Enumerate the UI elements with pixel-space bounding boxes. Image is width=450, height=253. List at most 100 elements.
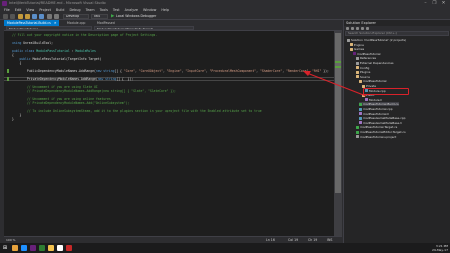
code-line: // To include OnlineSubsystemSteam, add … bbox=[12, 109, 262, 113]
tree-item[interactable]: Plugins bbox=[356, 70, 370, 74]
save-all-icon[interactable] bbox=[39, 14, 44, 19]
taskbar-app-icon[interactable] bbox=[48, 245, 54, 251]
properties-icon[interactable] bbox=[366, 27, 369, 30]
taskbar-app-icon[interactable] bbox=[21, 245, 27, 251]
tree-item[interactable]: Engine bbox=[350, 43, 364, 47]
window-controls: – ❐ ✕ bbox=[421, 0, 448, 7]
code-token: [] { }); bbox=[116, 77, 134, 81]
code-token: // PrivateDependencyModuleNames.Add("Onl… bbox=[12, 101, 130, 105]
tree-item[interactable]: Source bbox=[356, 75, 370, 79]
solution-explorer: Solution Explorer Search Solution Explor… bbox=[343, 20, 450, 243]
visual-studio-window: InteliJVerbTutorial/README.md - Microsof… bbox=[0, 0, 450, 253]
code-editor[interactable]: // Fill out your copyright notice in the… bbox=[4, 31, 342, 236]
code-token: "InputCore" bbox=[185, 69, 206, 73]
back-icon[interactable] bbox=[3, 14, 8, 19]
tree-item[interactable]: modPassTutorial bbox=[359, 79, 386, 83]
tree-item-label: Module.h bbox=[369, 97, 383, 102]
minimize-button[interactable]: – bbox=[421, 0, 430, 7]
save-icon[interactable] bbox=[32, 14, 37, 19]
sync-icon[interactable] bbox=[351, 27, 354, 30]
tree-item-label: Solution 'modPassTutorial' (2 projects) bbox=[351, 38, 407, 42]
configuration-dropdown[interactable]: Develop bbox=[63, 14, 89, 19]
tree-item[interactable]: Config bbox=[356, 66, 369, 70]
tree-item[interactable]: modPassTutorialEditor.Target.cs bbox=[356, 130, 406, 134]
menu-window[interactable]: Window bbox=[143, 8, 156, 12]
code-token: ModulePassTutorial(TargetInfo Target) bbox=[30, 57, 102, 61]
collapse-all-icon[interactable] bbox=[361, 27, 364, 30]
menu-debug[interactable]: Debug bbox=[69, 8, 80, 12]
tree-item-label: External Dependencies bbox=[360, 61, 394, 65]
menu-file[interactable]: File bbox=[4, 8, 10, 12]
menu-tools[interactable]: Tools bbox=[100, 8, 108, 12]
menu-project[interactable]: Project bbox=[39, 8, 51, 12]
editor-status-strip: 100 % Ln 16 Col 19 Ch 19 INS bbox=[4, 236, 342, 243]
code-token: }); bbox=[321, 69, 329, 73]
code-line: // PrivateDependencyModuleNames.Add("Onl… bbox=[12, 101, 129, 105]
tree-item[interactable]: modPassTutorial.h bbox=[359, 112, 389, 116]
scrollbar-change-marker bbox=[335, 66, 341, 68]
file-icon bbox=[359, 79, 362, 83]
taskbar-app-icon[interactable] bbox=[12, 245, 18, 251]
close-button[interactable]: ✕ bbox=[439, 0, 448, 7]
editor-scrollbar[interactable] bbox=[334, 31, 342, 236]
close-icon[interactable]: ✕ bbox=[54, 21, 57, 25]
code-line: PublicDependencyModuleNames.AddRange(new… bbox=[12, 69, 329, 73]
menu-test[interactable]: Test bbox=[113, 8, 120, 12]
tree-item[interactable]: References bbox=[356, 56, 376, 60]
type-dropdown[interactable]: ModulePassTutorial bbox=[6, 26, 92, 30]
tree-item-label: Games bbox=[354, 47, 365, 52]
redo-icon[interactable] bbox=[54, 14, 59, 19]
menu-build[interactable]: Build bbox=[56, 8, 65, 12]
solution-search-input[interactable]: Search Solution Explorer (Ctrl+;) bbox=[345, 31, 449, 36]
tree-item-label: modPassGameModeBase.h bbox=[363, 120, 403, 125]
code-token: // Fill out your copyright notice in the… bbox=[12, 33, 158, 37]
code-token: // To include OnlineSubsystemSteam, add … bbox=[12, 109, 262, 113]
maximize-button[interactable]: ❐ bbox=[430, 0, 439, 7]
taskbar-app-icon[interactable] bbox=[57, 245, 63, 251]
member-dropdown[interactable]: ModulePassTutorial(TargetInfo Target) bbox=[94, 26, 194, 30]
tree-item-label: Source bbox=[360, 74, 370, 79]
file-icon bbox=[356, 61, 359, 65]
tree-item[interactable]: modPassTutorial.cpp bbox=[359, 107, 393, 111]
home-icon[interactable] bbox=[346, 27, 349, 30]
start-debugging-button[interactable]: Local Windows Debugger bbox=[116, 14, 156, 19]
file-icon bbox=[356, 66, 359, 70]
tree-item[interactable]: Solution 'modPassTutorial' (2 projects) bbox=[347, 38, 406, 42]
tree-item-label: modPassTutorial.Target.cs bbox=[360, 125, 398, 130]
tree-item[interactable]: modPassTutorial.Target.cs bbox=[356, 125, 397, 129]
menu-view[interactable]: View bbox=[26, 8, 34, 12]
forward-icon[interactable] bbox=[10, 14, 15, 19]
menu-analyze[interactable]: Analyze bbox=[125, 8, 138, 12]
tree-item[interactable]: modPassGameModeBase.cpp bbox=[359, 116, 406, 120]
undo-icon[interactable] bbox=[47, 14, 52, 19]
tree-item[interactable]: modPassTutorial.uproject bbox=[356, 135, 396, 139]
taskbar-app-icon[interactable] bbox=[39, 245, 45, 251]
file-icon bbox=[350, 47, 353, 51]
code-token: "ProceduralMeshComponent" bbox=[209, 69, 257, 73]
taskbar-app-icon[interactable] bbox=[30, 245, 36, 251]
tree-item[interactable]: Games bbox=[350, 47, 364, 51]
menu-help[interactable]: Help bbox=[161, 8, 169, 12]
menu-edit[interactable]: Edit bbox=[15, 8, 22, 12]
file-icon bbox=[356, 56, 359, 60]
code-token: PublicDependencyModuleNames.AddRange( bbox=[12, 69, 96, 73]
tab-label: ModulePassTutorial.Build.cs bbox=[7, 21, 51, 25]
scrollbar-thumb[interactable] bbox=[335, 33, 341, 193]
new-project-icon[interactable] bbox=[18, 14, 23, 19]
tree-item-label: Plugins bbox=[360, 70, 371, 75]
tree-item-label: Config bbox=[360, 65, 370, 70]
file-icon bbox=[350, 43, 353, 47]
tree-item[interactable]: modPassTutorial bbox=[353, 52, 380, 56]
taskbar-app-icon[interactable] bbox=[66, 245, 72, 251]
code-token: UnrealBuildTool; bbox=[21, 41, 53, 45]
platform-dropdown[interactable]: x64 bbox=[91, 14, 108, 19]
system-clock[interactable]: 3:21 PM 29-May-17 bbox=[432, 244, 448, 252]
refresh-icon[interactable] bbox=[356, 27, 359, 30]
tree-item[interactable]: External Dependencies bbox=[356, 61, 393, 65]
menu-team[interactable]: Team bbox=[86, 8, 95, 12]
tree-item[interactable]: modPassGameModeBase.h bbox=[359, 121, 402, 125]
tree-item[interactable]: modPassTutorial.Build.cs bbox=[359, 102, 399, 107]
windows-start-icon[interactable]: ⊞ bbox=[2, 245, 8, 251]
open-folder-icon[interactable] bbox=[25, 14, 30, 19]
tree-item[interactable]: Module.h bbox=[365, 98, 382, 102]
